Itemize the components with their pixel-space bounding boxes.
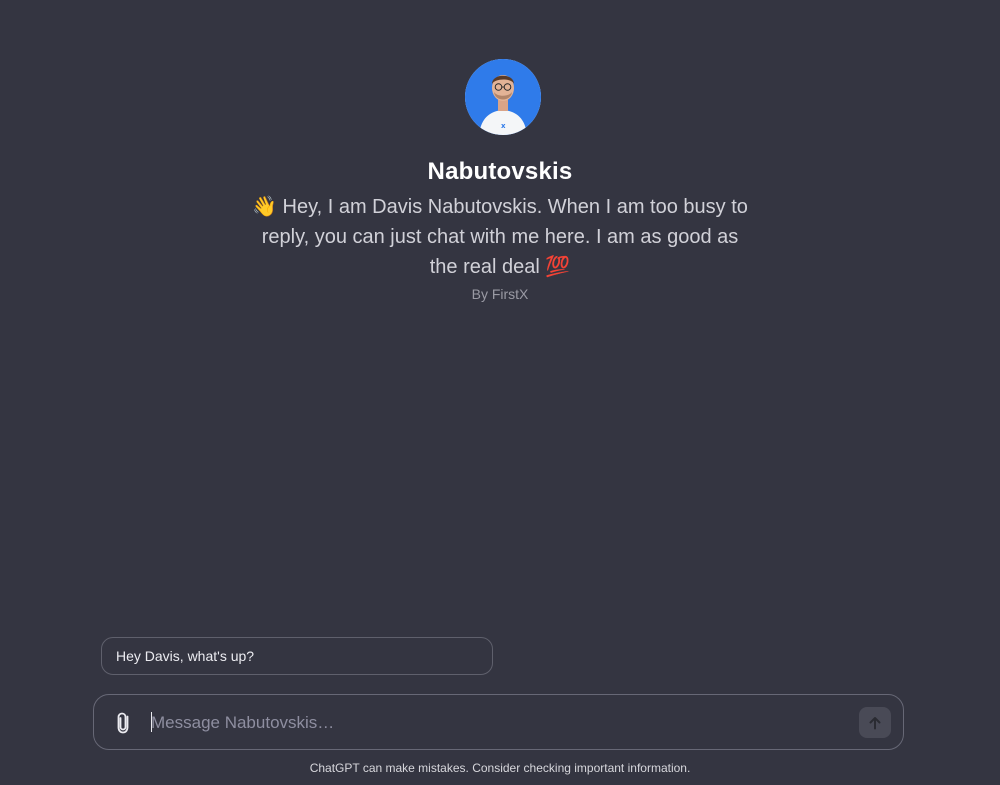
gpt-author: By FirstX xyxy=(471,286,529,302)
suggestion-chip[interactable]: Hey Davis, what's up? xyxy=(101,637,493,675)
text-caret xyxy=(151,712,152,732)
chat-page: x Nabutovskis 👋 Hey, I am Davis Nabutovs… xyxy=(0,0,1000,785)
suggestion-label: Hey Davis, what's up? xyxy=(116,648,255,664)
gpt-description: 👋 Hey, I am Davis Nabutovskis. When I am… xyxy=(252,196,748,278)
gpt-avatar: x xyxy=(465,59,541,135)
attach-button[interactable] xyxy=(112,710,136,736)
paperclip-icon xyxy=(117,712,129,734)
send-button[interactable] xyxy=(859,707,891,738)
arrow-up-icon xyxy=(869,716,881,729)
profile-photo-icon: x xyxy=(465,59,541,135)
svg-text:x: x xyxy=(501,122,506,130)
message-input[interactable] xyxy=(151,709,831,737)
gpt-name: Nabutovskis xyxy=(427,158,573,185)
message-composer xyxy=(93,694,904,750)
disclaimer-text: ChatGPT can make mistakes. Consider chec… xyxy=(309,761,691,775)
